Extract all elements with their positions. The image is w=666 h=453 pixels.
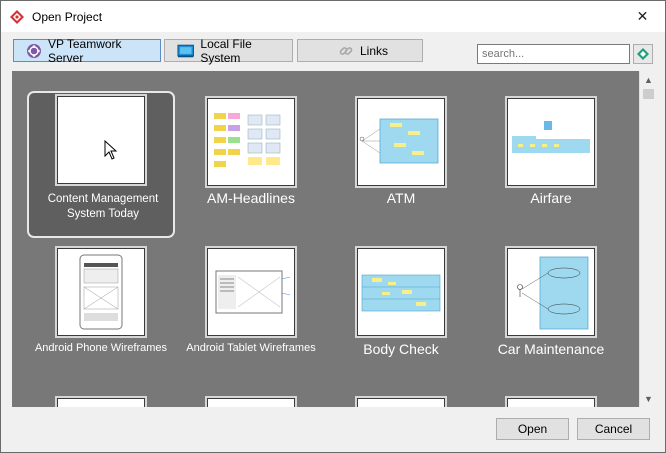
tab-links[interactable]: Links	[297, 39, 423, 62]
project-card-body-check[interactable]: Body Check	[327, 246, 475, 393]
project-thumbnail	[57, 248, 145, 336]
atm-diagram	[359, 118, 439, 164]
cancel-button[interactable]: Cancel	[577, 418, 650, 440]
tab-label: VP Teamwork Server	[47, 36, 122, 65]
project-card-am-headlines[interactable]: AM-Headlines	[177, 91, 325, 238]
project-thumbnail	[507, 98, 595, 186]
project-card-content-management-system[interactable]: Content Management System Today	[27, 91, 175, 238]
project-name: ATM	[386, 190, 416, 206]
window-title: Open Project	[32, 10, 103, 24]
project-name: Body Check	[363, 341, 439, 357]
project-name: Car Maintenance	[497, 341, 605, 357]
body-check-diagram	[361, 274, 441, 312]
close-icon: ✕	[636, 8, 649, 24]
car-maintenance-diagram	[517, 256, 589, 330]
vertical-scrollbar[interactable]: ▲ ▼	[639, 71, 656, 407]
project-thumbnail	[357, 98, 445, 186]
project-card-atm[interactable]: ATM	[327, 91, 475, 238]
airfare-diagram	[512, 121, 590, 153]
teamwork-server-icon	[26, 43, 41, 58]
search-button[interactable]	[633, 44, 653, 64]
tab-label: Links	[360, 43, 389, 58]
project-thumbnail-partial[interactable]	[207, 398, 295, 407]
project-thumbnail	[207, 248, 295, 336]
scroll-thumb[interactable]	[643, 89, 654, 99]
project-thumbnail	[207, 98, 295, 186]
close-button[interactable]: ✕	[620, 1, 665, 32]
search-diamond-icon	[637, 48, 649, 60]
open-project-dialog: Open Project ✕ VP Teamwork Server Local …	[0, 0, 666, 453]
tab-vp-teamwork-server[interactable]: VP Teamwork Server	[13, 36, 161, 65]
project-name: AM-Headlines	[207, 190, 295, 206]
project-thumbnail	[357, 248, 445, 336]
project-name: Airfare	[530, 190, 572, 206]
android-tablet-wireframe	[215, 270, 291, 314]
title-bar: Open Project ✕	[1, 1, 665, 32]
project-name: Content Management System Today	[47, 193, 159, 220]
mouse-cursor-icon	[104, 140, 118, 160]
open-button[interactable]: Open	[496, 418, 569, 440]
project-grid: Content Management System Today AM-Headl…	[12, 71, 639, 407]
project-card-car-maintenance[interactable]: Car Maintenance	[477, 246, 625, 393]
project-thumbnail	[507, 248, 595, 336]
android-phone-wireframe	[79, 254, 123, 330]
tab-label: Local File System	[200, 36, 252, 65]
project-name: Android Phone Wireframes	[34, 342, 168, 354]
am-headlines-diagram	[214, 113, 281, 167]
project-card-android-phone-wireframes[interactable]: Android Phone Wireframes	[27, 246, 175, 393]
visual-paradigm-logo-icon	[10, 10, 24, 24]
project-card-android-tablet-wireframes[interactable]: Android Tablet Wireframes	[177, 246, 325, 393]
project-thumbnail-partial[interactable]	[357, 398, 445, 407]
project-thumbnail	[57, 96, 145, 184]
scroll-up-icon[interactable]: ▲	[640, 71, 657, 88]
project-thumbnail-partial[interactable]	[507, 398, 595, 407]
links-icon	[339, 46, 353, 55]
project-name: Android Tablet Wireframes	[186, 342, 316, 354]
search-input[interactable]	[477, 44, 630, 64]
local-file-system-icon	[177, 44, 194, 57]
tab-local-file-system[interactable]: Local File System	[164, 36, 293, 65]
project-thumbnail-partial[interactable]	[57, 398, 145, 407]
project-card-airfare[interactable]: Airfare	[477, 91, 625, 238]
scroll-down-icon[interactable]: ▼	[640, 390, 657, 407]
